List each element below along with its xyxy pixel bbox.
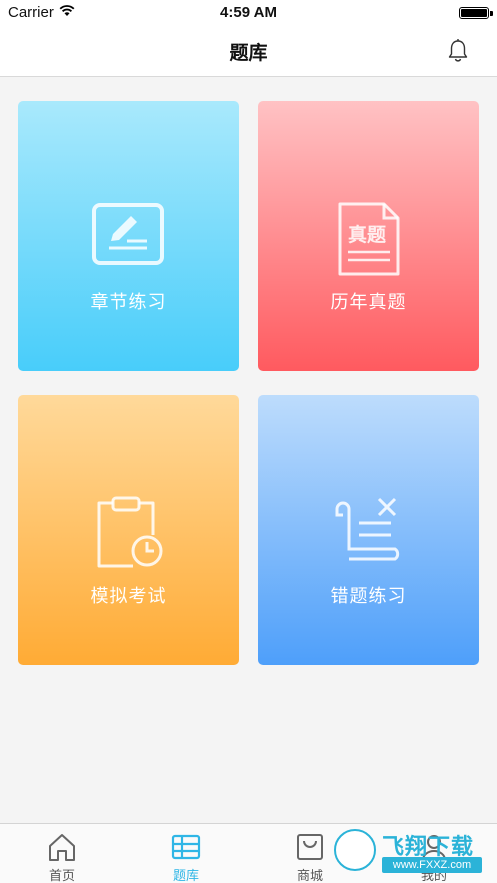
card-label: 章节练习 bbox=[90, 292, 167, 313]
tab-label: 首页 bbox=[48, 869, 75, 883]
question-bank-icon bbox=[171, 834, 201, 860]
bell-icon[interactable] bbox=[447, 38, 469, 64]
nav-bar: 题库 bbox=[0, 26, 497, 77]
tab-question-bank[interactable]: 题库 bbox=[124, 824, 248, 883]
exam-paper-text: 真题 bbox=[347, 223, 385, 246]
card-chapter-practice[interactable]: 章节练习 bbox=[18, 101, 239, 371]
scroll-x-icon bbox=[335, 497, 399, 561]
clipboard-clock-icon bbox=[97, 496, 162, 568]
watermark: 飞翔下载 www.FXXZ.com bbox=[330, 827, 490, 879]
card-label: 错题练习 bbox=[330, 586, 407, 607]
page-title: 题库 bbox=[229, 42, 268, 64]
card-wrong-questions[interactable]: 错题练习 bbox=[258, 395, 479, 665]
battery-icon bbox=[459, 7, 489, 19]
card-mock-exam[interactable]: 模拟考试 bbox=[18, 395, 239, 665]
card-label: 模拟考试 bbox=[90, 586, 167, 607]
watermark-logo-icon bbox=[334, 829, 376, 871]
tab-label: 题库 bbox=[172, 869, 199, 883]
watermark-url: www.FXXZ.com bbox=[382, 857, 482, 873]
card-label: 历年真题 bbox=[330, 292, 407, 313]
exam-paper-icon: 真题 bbox=[338, 202, 399, 276]
clock: 4:59 AM bbox=[220, 4, 277, 21]
shopping-bag-icon bbox=[297, 834, 323, 860]
status-bar: Carrier 4:59 AM bbox=[0, 0, 497, 26]
card-past-exams[interactable]: 真题 历年真题 bbox=[258, 101, 479, 371]
home-icon bbox=[49, 834, 75, 861]
tab-home[interactable]: 首页 bbox=[0, 824, 124, 883]
battery-cap bbox=[490, 11, 493, 16]
edit-board-icon bbox=[91, 203, 164, 265]
